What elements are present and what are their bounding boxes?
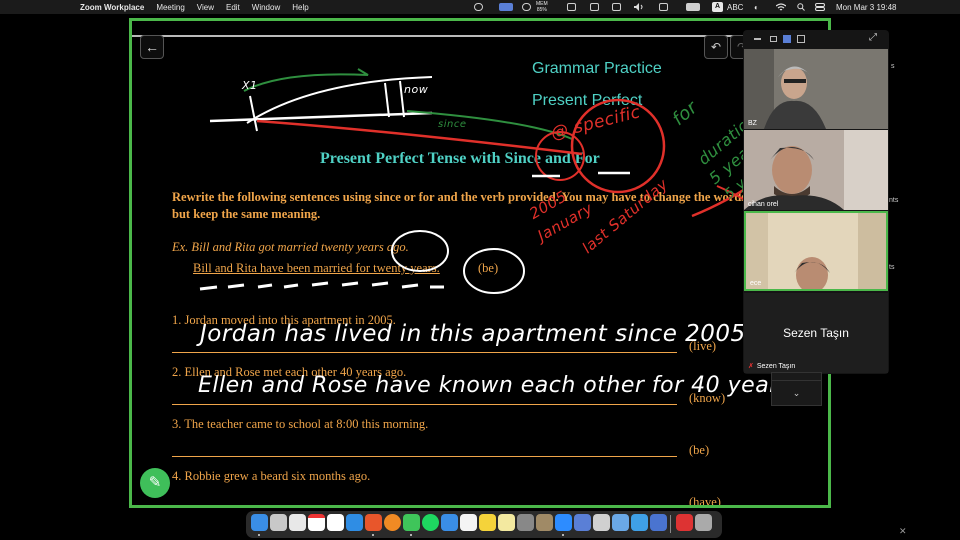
- participant-name-sezen-tasin: Sezen Taşın: [756, 363, 796, 370]
- participant-name-cihan-orel: cihan orel: [748, 201, 779, 208]
- focus-icon[interactable]: ◐: [754, 0, 759, 14]
- participant-name-bz: BZ: [748, 120, 757, 127]
- ink-note-x1: X1: [242, 79, 258, 92]
- keyboard-status-icon[interactable]: [612, 3, 621, 11]
- timeline-red-stroke: [256, 119, 583, 156]
- window-status-icon[interactable]: [567, 3, 576, 11]
- menu-edit[interactable]: Edit: [226, 3, 240, 12]
- dock-separator: [670, 515, 671, 533]
- screen-share-status-icon[interactable]: [499, 3, 513, 11]
- finder-running-dot: [258, 534, 260, 536]
- annotate-pen-button[interactable]: ✎: [140, 468, 170, 498]
- participant-video-cihan-orel: [744, 130, 888, 210]
- input-source-badge[interactable]: A: [712, 2, 723, 12]
- shared-screen: ← ↶ ↷ Grammar Practice Present Perfect P…: [129, 18, 831, 508]
- brave-icon[interactable]: [365, 514, 382, 531]
- pencil-icon: ✎: [148, 474, 162, 491]
- display-status-icon[interactable]: [590, 3, 599, 11]
- bg-fragment-2: nts: [889, 197, 899, 204]
- participant-tile-bz[interactable]: BZ: [744, 49, 888, 129]
- word-icon[interactable]: [650, 514, 667, 531]
- notion-icon[interactable]: [460, 514, 477, 531]
- mail-icon[interactable]: [441, 514, 458, 531]
- wifi-icon[interactable]: [776, 0, 786, 14]
- ink-note-since: since: [438, 119, 467, 130]
- facetime-running-dot: [410, 534, 412, 536]
- ink-note-now: now: [404, 83, 429, 96]
- gallery-grid-icon[interactable]: [797, 35, 805, 43]
- app-status-icon[interactable]: [522, 3, 531, 11]
- menu-bar: Zoom Workplace Meeting View Edit Window …: [0, 0, 960, 14]
- control-center-icon[interactable]: [815, 0, 825, 14]
- white-circle-twenty: [391, 230, 449, 272]
- battery-icon[interactable]: [686, 3, 700, 11]
- speaker-view-icon[interactable]: [783, 35, 791, 43]
- gallery-toolbar: ⤢: [743, 30, 889, 48]
- facetime-icon[interactable]: [403, 514, 420, 531]
- images-icon[interactable]: [612, 514, 629, 531]
- participant-center-name-sezen-tasin: Sezen Taşın: [783, 326, 849, 340]
- participant-tile-ece[interactable]: ece: [744, 211, 888, 291]
- menu-help[interactable]: Help: [292, 3, 308, 12]
- hot-corner-icon: ✕: [899, 526, 907, 536]
- preview-icon[interactable]: [593, 514, 610, 531]
- xcode-icon[interactable]: [574, 514, 591, 531]
- volume-icon[interactable]: [634, 3, 643, 11]
- notes-icon[interactable]: [498, 514, 515, 531]
- white-circle-be: [463, 248, 525, 294]
- timeline-tick-2: [384, 82, 390, 118]
- calendar-icon[interactable]: [308, 514, 325, 531]
- spotify-icon[interactable]: [422, 514, 439, 531]
- finder-icon[interactable]: [251, 514, 268, 531]
- app-store-icon[interactable]: [631, 514, 648, 531]
- record-status-icon[interactable]: [474, 3, 483, 11]
- participant-footer-sezen-tasin: ✗ Sezen Taşın: [748, 362, 795, 370]
- safari-icon[interactable]: [346, 514, 363, 531]
- menu-meeting[interactable]: Meeting: [156, 3, 184, 12]
- strip-view-icon[interactable]: [770, 36, 777, 42]
- chevron-down-icon: ⌄: [792, 388, 801, 398]
- ink-annotation-layer: [199, 68, 793, 294]
- timeline-main-stroke: [209, 111, 433, 123]
- launchpad-icon[interactable]: [270, 514, 287, 531]
- spotlight-search-icon[interactable]: [797, 0, 805, 14]
- macos-dock: [246, 511, 722, 538]
- participant-tile-cihan-orel[interactable]: cihan orel: [744, 130, 888, 210]
- clock[interactable]: Mon Mar 3 19:48: [836, 0, 896, 14]
- menu-view[interactable]: View: [197, 3, 214, 12]
- input-source-letter: A: [714, 3, 721, 10]
- calendar-2-icon[interactable]: [327, 514, 344, 531]
- settings-icon[interactable]: [517, 514, 534, 531]
- gallery-scroll-down-button[interactable]: ⌄: [771, 380, 822, 406]
- brave-running-dot: [372, 534, 374, 536]
- participant-video-bz: [744, 49, 888, 129]
- expand-arrows-icon[interactable]: ⤢: [869, 32, 877, 43]
- video-gallery-panel: ⤢ BZ cihan orel ece Sezen Taşın ✗ Sezen …: [743, 30, 889, 374]
- miro-icon[interactable]: [479, 514, 496, 531]
- muted-mic-icon: ✗: [748, 363, 754, 370]
- menu-window[interactable]: Window: [252, 3, 280, 12]
- firefox-icon[interactable]: [384, 514, 401, 531]
- minimize-gallery-icon[interactable]: [754, 38, 761, 40]
- mirror-status-icon[interactable]: [659, 3, 668, 11]
- zoom-icon[interactable]: [555, 514, 572, 531]
- bg-fragment-3: ts: [889, 264, 895, 271]
- input-source-label[interactable]: ABC: [727, 0, 743, 14]
- archive-icon[interactable]: [536, 514, 553, 531]
- timeline-green-arrow: [243, 68, 369, 92]
- participant-name-ece: ece: [750, 280, 762, 287]
- menu-app-name[interactable]: Zoom Workplace: [80, 3, 144, 12]
- bg-fragment-1: s: [891, 63, 895, 70]
- participant-tile-sezen-tasin[interactable]: Sezen Taşın ✗ Sezen Taşın: [744, 293, 888, 373]
- memory-value: 85%: [536, 7, 547, 13]
- pdf-icon[interactable]: [676, 514, 693, 531]
- reminders-icon[interactable]: [289, 514, 306, 531]
- white-dash-underline: [199, 281, 444, 291]
- timeline-tick-1: [249, 95, 258, 132]
- zoom-running-dot: [562, 534, 564, 536]
- memory-usage-badge[interactable]: MEM 85%: [536, 1, 548, 13]
- trash-icon[interactable]: [695, 514, 712, 531]
- participant-video-ece: [746, 213, 886, 289]
